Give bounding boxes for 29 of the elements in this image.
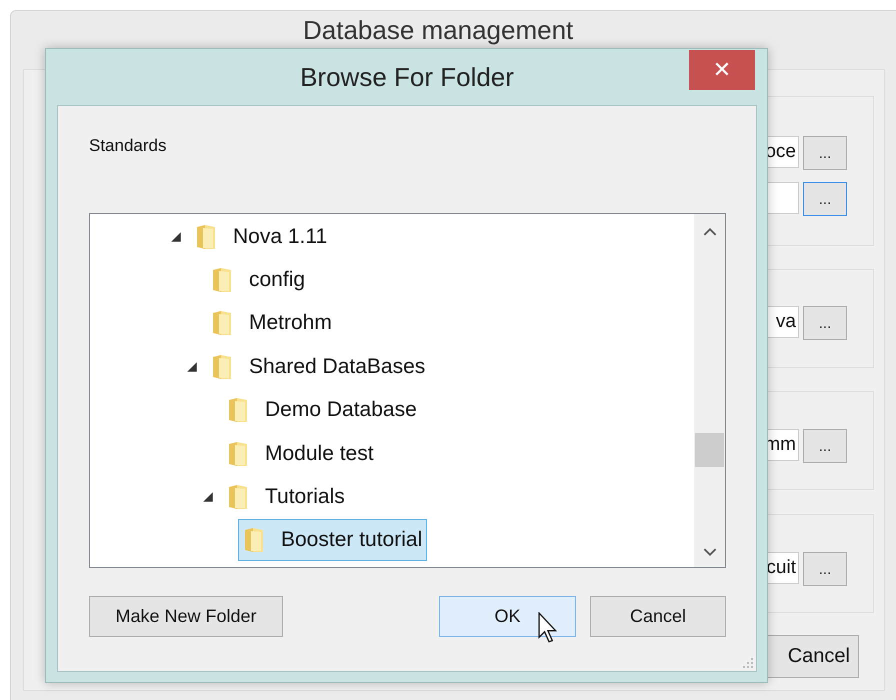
- dialog-title: Browse For Folder: [300, 62, 514, 92]
- scrollbar[interactable]: [694, 214, 725, 567]
- browse-button[interactable]: ...: [803, 182, 847, 216]
- tree-item[interactable]: Demo Database: [222, 389, 422, 432]
- tree-item[interactable]: Shared DataBases: [206, 346, 430, 388]
- browse-button[interactable]: ...: [803, 136, 847, 170]
- expand-caret-icon[interactable]: [186, 360, 198, 373]
- browse-button[interactable]: ...: [803, 429, 847, 463]
- browse-button[interactable]: ...: [803, 306, 847, 340]
- mouse-pointer-icon: [538, 612, 560, 645]
- dialog-button[interactable]: OK: [439, 596, 576, 637]
- scroll-up-icon[interactable]: [702, 227, 716, 236]
- dialog-button[interactable]: Cancel: [590, 596, 726, 637]
- description-text: Standards: [89, 136, 168, 157]
- window-title: Database management: [303, 16, 574, 44]
- close-button[interactable]: ✕: [689, 50, 755, 90]
- scroll-down-icon[interactable]: [702, 548, 716, 557]
- tree-item[interactable]: Booster tutorial: [238, 519, 428, 562]
- tree-item[interactable]: Tutorials: [222, 476, 350, 518]
- browse-button[interactable]: ...: [803, 552, 847, 586]
- dialog-button[interactable]: Make New Folder: [89, 596, 283, 637]
- tree-item[interactable]: config: [206, 259, 310, 302]
- tree-item[interactable]: Module test: [222, 432, 379, 475]
- resize-grip-icon[interactable]: [742, 657, 754, 669]
- expand-caret-icon[interactable]: [170, 230, 182, 243]
- scroll-thumb[interactable]: [695, 433, 724, 467]
- tree-item[interactable]: Nova 1.11: [190, 216, 332, 258]
- tree-item[interactable]: Metrohm: [206, 302, 337, 344]
- expand-caret-icon[interactable]: [202, 491, 214, 504]
